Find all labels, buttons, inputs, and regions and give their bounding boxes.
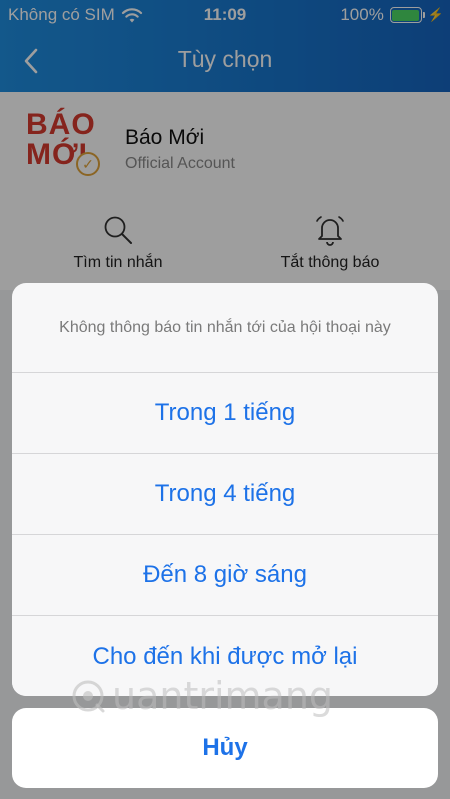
mute-until-8am-option[interactable]: Đến 8 giờ sáng <box>12 535 438 616</box>
mute-until-reopened-option[interactable]: Cho đến khi được mở lại <box>12 616 438 696</box>
mute-action-sheet: Không thông báo tin nhắn tới của hội tho… <box>12 283 438 696</box>
action-sheet-title: Không thông báo tin nhắn tới của hội tho… <box>12 283 438 373</box>
cancel-button[interactable]: Hủy <box>12 708 438 788</box>
mute-4-hours-option[interactable]: Trong 4 tiếng <box>12 454 438 535</box>
mute-1-hour-option[interactable]: Trong 1 tiếng <box>12 373 438 454</box>
